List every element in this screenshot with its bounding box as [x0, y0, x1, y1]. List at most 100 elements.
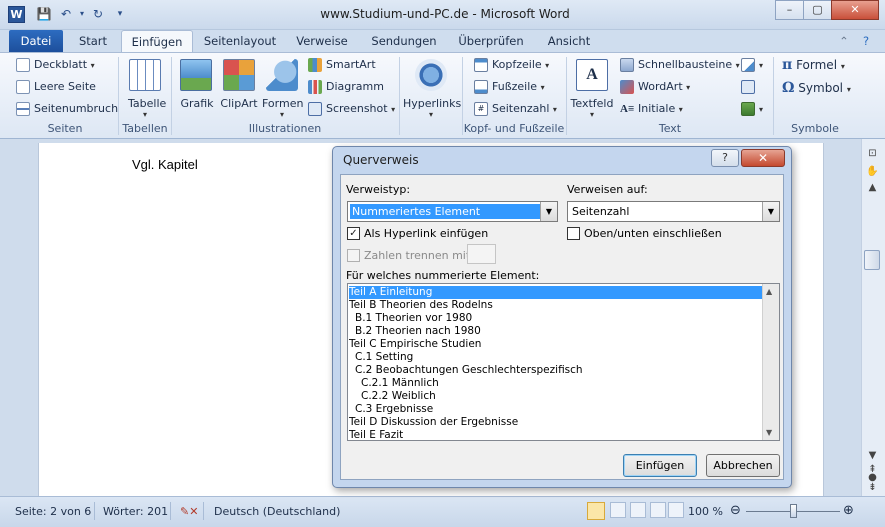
maximize-button[interactable]: ▢: [803, 0, 832, 20]
page-number-icon: #: [474, 102, 488, 116]
tab-ansicht[interactable]: Ansicht: [540, 30, 598, 52]
diagramm-button[interactable]: Diagramm: [308, 80, 384, 94]
zoom-level[interactable]: 100 %: [688, 505, 723, 518]
cover-page-icon: [16, 58, 30, 72]
outline-icon[interactable]: [650, 502, 666, 518]
hyperlink-icon: [415, 59, 447, 91]
tab-verweise[interactable]: Verweise: [290, 30, 354, 52]
undo-icon[interactable]: ↶: [58, 6, 74, 22]
ruler-toggle-icon[interactable]: ⊡: [864, 146, 881, 162]
pan-hand-icon[interactable]: ✋: [864, 164, 881, 180]
formel-button[interactable]: π Formel ▾: [782, 57, 845, 73]
hyperlink-checkbox-label[interactable]: Als Hyperlink einfügen: [364, 227, 488, 240]
scroll-up-icon[interactable]: ▲: [864, 180, 881, 196]
above-below-checkbox-label[interactable]: Oben/unten einschließen: [584, 227, 722, 240]
print-layout-icon[interactable]: [587, 502, 605, 520]
customize-qat-icon[interactable]: ▾: [112, 6, 128, 22]
dialog-close-button[interactable]: ✕: [741, 149, 785, 167]
list-item[interactable]: B.2 Theorien nach 1980: [349, 325, 763, 338]
full-screen-reading-icon[interactable]: [610, 502, 626, 518]
textfeld-button[interactable]: A Textfeld ▾: [570, 59, 614, 121]
page-break-icon: [16, 102, 30, 116]
screenshot-icon: [308, 102, 322, 116]
minimize-ribbon-icon[interactable]: ⌃: [836, 30, 852, 52]
formen-button[interactable]: Formen ▾: [262, 59, 303, 119]
list-item[interactable]: Teil C Empirische Studien: [349, 338, 763, 351]
dialog-help-button[interactable]: ?: [711, 149, 739, 167]
screenshot-button[interactable]: Screenshot ▾: [308, 102, 395, 116]
redo-icon[interactable]: ↻: [90, 6, 106, 22]
smartart-button[interactable]: SmartArt: [308, 58, 376, 72]
list-item[interactable]: Teil B Theorien des Rodelns: [349, 299, 763, 312]
hyperlinks-button[interactable]: Hyperlinks ▾: [403, 59, 461, 121]
document-text[interactable]: Vgl. Kapitel: [132, 157, 198, 172]
symbol-button[interactable]: Ω Symbol ▾: [782, 80, 851, 96]
schnellbausteine-button[interactable]: Schnellbausteine ▾: [620, 58, 740, 72]
clipart-button[interactable]: ClipArt: [220, 59, 258, 115]
fusszeile-button[interactable]: Fußzeile ▾: [474, 80, 545, 94]
list-item[interactable]: C.2.1 Männlich: [349, 377, 763, 390]
list-item[interactable]: B.1 Theorien vor 1980: [349, 312, 763, 325]
tab-datei[interactable]: Datei: [9, 30, 63, 52]
initiale-button[interactable]: A≡ Initiale ▾: [620, 102, 683, 116]
list-item[interactable]: C.3 Ergebnisse: [349, 403, 763, 416]
scroll-up-icon[interactable]: ▲: [766, 287, 772, 296]
undo-dropdown-icon[interactable]: ▾: [74, 6, 90, 22]
grafik-button[interactable]: Grafik: [180, 59, 214, 115]
status-separator: [203, 502, 204, 520]
group-label-kopf-fusszeile: Kopf- und Fußzeile: [463, 122, 565, 135]
cancel-button[interactable]: Abbrechen: [706, 454, 780, 477]
leere-seite-button[interactable]: Leere Seite: [16, 80, 96, 94]
word-count[interactable]: Wörter: 201: [103, 505, 168, 518]
zoom-slider-thumb[interactable]: [790, 504, 797, 518]
hyperlink-checkbox[interactable]: ✓: [347, 227, 360, 240]
scroll-down-icon[interactable]: ▼: [766, 428, 772, 437]
signature-line-button[interactable]: ▾: [741, 58, 763, 72]
title-bar: W 💾 ↶ ▾ ↻ ▾ www.Studium-und-PC.de - Micr…: [0, 0, 885, 30]
seitenzahl-button[interactable]: # Seitenzahl ▾: [474, 102, 557, 116]
wordart-button[interactable]: WordArt ▾: [620, 80, 690, 94]
tab-start[interactable]: Start: [70, 30, 116, 52]
spelling-check-icon[interactable]: ✎✕: [180, 505, 198, 518]
close-window-button[interactable]: ✕: [831, 0, 879, 20]
zoom-in-icon[interactable]: ⊕: [843, 503, 854, 518]
omega-icon: Ω: [782, 80, 795, 96]
tab-seitenlayout[interactable]: Seitenlayout: [200, 30, 280, 52]
scroll-thumb[interactable]: [864, 250, 880, 270]
zoom-out-icon[interactable]: ⊖: [730, 503, 741, 518]
language[interactable]: Deutsch (Deutschland): [214, 505, 340, 518]
reference-type-select[interactable]: Nummeriertes Element ▼: [347, 201, 558, 222]
word-app-icon[interactable]: W: [8, 6, 25, 23]
list-scrollbar[interactable]: ▲ ▼: [762, 284, 779, 440]
kopfzeile-button[interactable]: Kopfzeile ▾: [474, 58, 549, 72]
list-item[interactable]: Teil D Diskussion der Ergebnisse: [349, 416, 763, 429]
page-count[interactable]: Seite: 2 von 6: [15, 505, 91, 518]
object-button[interactable]: ▾: [741, 102, 763, 116]
tab-sendungen[interactable]: Sendungen: [364, 30, 444, 52]
insert-button[interactable]: Einfügen: [623, 454, 697, 477]
help-icon[interactable]: ?: [856, 30, 876, 52]
above-below-checkbox[interactable]: [567, 227, 580, 240]
list-item[interactable]: C.2 Beobachtungen Geschlechterspezifisch: [349, 364, 763, 377]
date-time-button[interactable]: [741, 80, 759, 94]
web-layout-icon[interactable]: [630, 502, 646, 518]
picture-icon: [180, 59, 212, 91]
draft-icon[interactable]: [668, 502, 684, 518]
blank-page-icon: [16, 80, 30, 94]
tabelle-button[interactable]: Tabelle ▾: [128, 59, 166, 119]
list-item[interactable]: C.1 Setting: [349, 351, 763, 364]
list-item[interactable]: Teil A Einleitung: [349, 286, 763, 299]
numbered-item-list[interactable]: Teil A Einleitung Teil B Theorien des Ro…: [347, 283, 780, 441]
chevron-down-icon[interactable]: ▼: [762, 202, 779, 221]
seitenumbruch-button[interactable]: Seitenumbruch: [16, 102, 118, 116]
insert-reference-to-select[interactable]: Seitenzahl ▼: [567, 201, 780, 222]
save-icon[interactable]: 💾: [36, 6, 52, 22]
chevron-down-icon[interactable]: ▼: [540, 202, 557, 221]
deckblatt-button[interactable]: Deckblatt ▾: [16, 58, 95, 72]
tab-ueberpruefen[interactable]: Überprüfen: [452, 30, 530, 52]
minimize-button[interactable]: –: [775, 0, 804, 20]
tab-einfuegen[interactable]: Einfügen: [121, 30, 193, 52]
next-page-icon[interactable]: ⇟: [864, 480, 881, 496]
list-item[interactable]: C.2.2 Weiblich: [349, 390, 763, 403]
list-item[interactable]: Teil E Fazit: [349, 429, 763, 440]
